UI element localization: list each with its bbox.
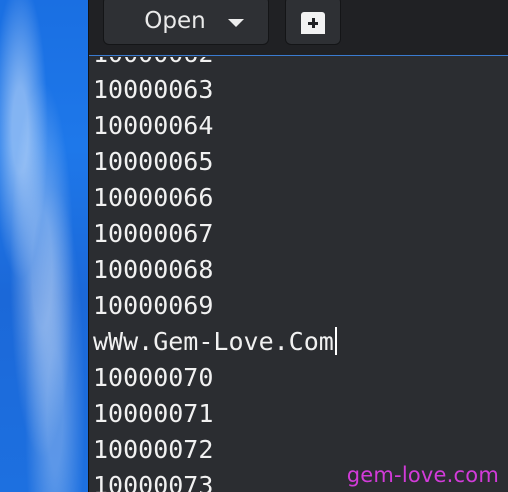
text-line[interactable]: 10000071 xyxy=(93,396,337,432)
text-line-content: 10000062 xyxy=(93,57,213,68)
text-line-content: 10000073 xyxy=(93,471,214,492)
desktop-background xyxy=(0,0,88,492)
text-editor-window: Open 10000062100000631000006410000065100… xyxy=(88,0,508,492)
text-lines: 10000062 10000063 10000064 10000065 10000066… xyxy=(93,57,337,492)
text-line[interactable]: 10000065 xyxy=(93,144,337,180)
new-document-button[interactable] xyxy=(285,0,341,45)
text-line[interactable]: 10000066 xyxy=(93,180,337,216)
text-line-content: 10000072 xyxy=(93,435,214,464)
text-cursor xyxy=(334,327,337,355)
text-line[interactable]: 10000068 xyxy=(93,252,337,288)
watermark-text: gem-love.com xyxy=(346,463,499,487)
text-line-content: 10000063 xyxy=(93,75,214,104)
text-line-content: 10000068 xyxy=(93,255,214,284)
text-line[interactable]: 10000073 xyxy=(93,468,337,492)
screen: Open 10000062100000631000006410000065100… xyxy=(0,0,508,492)
new-document-icon xyxy=(299,11,327,34)
text-line[interactable]: 10000064 xyxy=(93,108,337,144)
text-line-content: wWw.Gem-Love.Com xyxy=(93,327,334,356)
text-line[interactable]: 10000063 xyxy=(93,72,337,108)
text-line[interactable]: 10000070 xyxy=(93,360,337,396)
open-button[interactable]: Open xyxy=(103,0,269,45)
text-line[interactable]: 10000069 xyxy=(93,288,337,324)
text-line-content: 10000066 xyxy=(93,183,214,212)
text-line-content: 10000069 xyxy=(93,291,214,320)
text-line-content: 10000067 xyxy=(93,219,214,248)
text-line[interactable]: wWw.Gem-Love.Com xyxy=(93,324,337,360)
text-line-content: 10000065 xyxy=(93,147,214,176)
headerbar: Open xyxy=(89,0,508,56)
chevron-down-icon xyxy=(228,19,244,27)
text-line-content: 10000071 xyxy=(93,399,214,428)
text-line-content: 10000064 xyxy=(93,111,214,140)
text-line[interactable]: 10000062 xyxy=(93,57,337,72)
text-line[interactable]: 10000072 xyxy=(93,432,337,468)
text-line[interactable]: 10000067 xyxy=(93,216,337,252)
text-line-content: 10000070 xyxy=(93,363,214,392)
text-editor-area[interactable]: 10000062 10000063 10000064 10000065 10000066… xyxy=(89,57,508,492)
open-button-label: Open xyxy=(144,7,206,34)
